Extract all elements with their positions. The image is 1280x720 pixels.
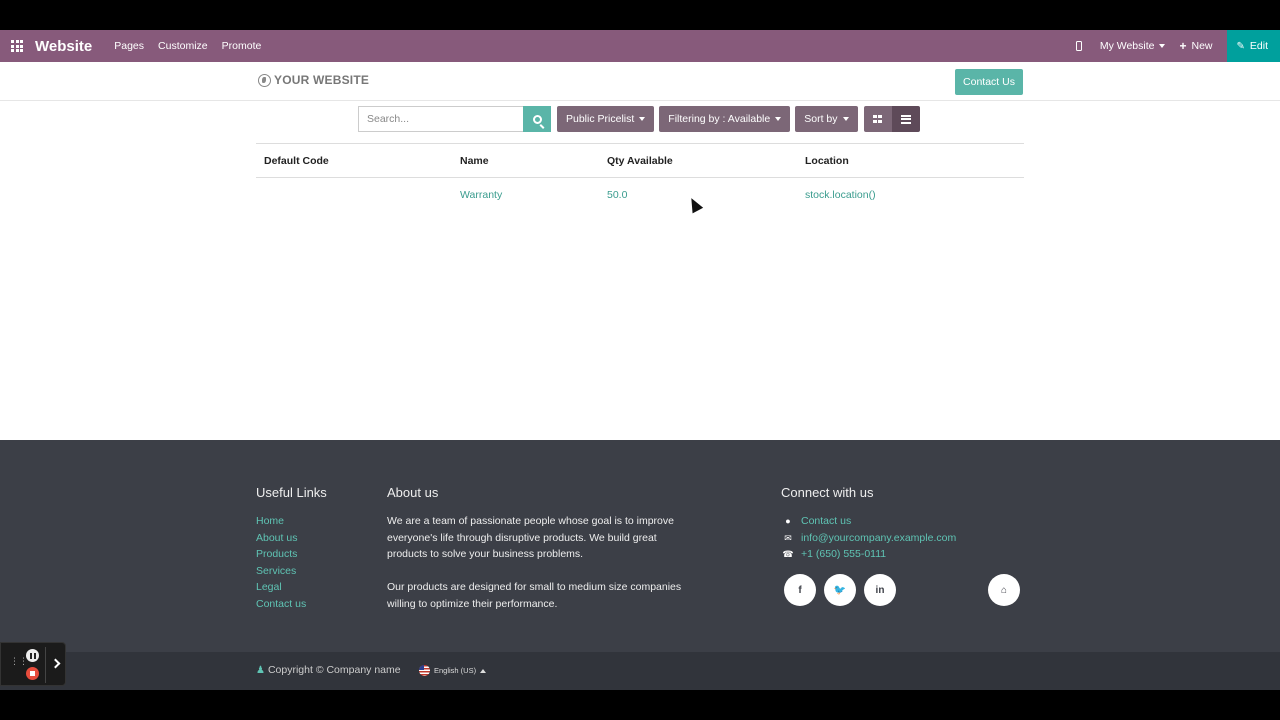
pencil-icon: ✎ xyxy=(1236,40,1245,52)
connect-phone-label: +1 (650) 555-0111 xyxy=(801,548,887,560)
sort-dropdown[interactable]: Sort by xyxy=(795,106,858,132)
filter-label: Filtering by : Available xyxy=(668,113,771,125)
menu-customize[interactable]: Customize xyxy=(158,40,208,52)
connect-contact-label: Contact us xyxy=(801,515,852,527)
about-paragraph-1: We are a team of passionate people whose… xyxy=(387,515,674,560)
globe-icon xyxy=(258,73,271,87)
sort-label: Sort by xyxy=(804,113,838,125)
new-button-label: New xyxy=(1191,40,1213,52)
search-icon xyxy=(532,114,542,124)
copyright-label: Copyright © Company name xyxy=(267,664,401,676)
column-header-name: Name xyxy=(460,155,489,167)
column-header-default-code: Default Code xyxy=(264,155,329,167)
language-label: English (US) xyxy=(434,666,477,675)
search-input[interactable] xyxy=(358,106,523,132)
browser-viewport: Website Pages Customize Promote My Websi… xyxy=(0,30,1280,690)
menu-pages[interactable]: Pages xyxy=(114,40,144,52)
edit-button-label: Edit xyxy=(1249,40,1268,52)
view-toggle xyxy=(863,106,920,132)
footer-link-about[interactable]: About us xyxy=(256,530,306,547)
connect-email-label: info@yourcompany.example.com xyxy=(801,531,957,544)
new-button[interactable]: + New xyxy=(1179,39,1212,53)
stop-icon[interactable] xyxy=(26,667,39,680)
cell-location-link[interactable]: stock.location() xyxy=(805,178,876,212)
table-header: Default Code Name Qty Available Location xyxy=(256,143,1024,178)
site-logo[interactable]: YOUR WEBSITE xyxy=(258,73,369,87)
website-selector[interactable]: My Website xyxy=(1100,40,1166,52)
facebook-icon[interactable]: f xyxy=(784,574,816,606)
footer-link-home[interactable]: Home xyxy=(256,513,306,530)
pause-icon[interactable] xyxy=(26,649,39,662)
about-title: About us xyxy=(387,485,439,500)
caret-down-icon xyxy=(842,117,849,121)
cell-qty[interactable]: 50.0 xyxy=(607,178,627,212)
useful-links-list: Home About us Products Services Legal Co… xyxy=(256,513,306,612)
connect-list: ● Contact us ✉ info@yourcompany.example.… xyxy=(782,513,956,563)
menu-promote[interactable]: Promote xyxy=(222,40,262,52)
search-button[interactable] xyxy=(523,106,551,132)
admin-navbar-right: My Website + New ✎ Edit xyxy=(1075,30,1280,62)
site-header: YOUR WEBSITE Contact Us xyxy=(0,62,1280,101)
column-header-qty: Qty Available xyxy=(607,155,673,167)
language-selector[interactable]: English (US) xyxy=(419,665,487,676)
footer-link-legal[interactable]: Legal xyxy=(256,579,306,596)
pricelist-dropdown[interactable]: Public Pricelist xyxy=(557,106,655,132)
home-icon[interactable]: ⌂ xyxy=(988,574,1020,606)
footer-link-products[interactable]: Products xyxy=(256,546,306,563)
phone-icon: ☎ xyxy=(782,549,794,559)
column-header-location: Location xyxy=(805,155,849,167)
edit-button[interactable]: ✎ Edit xyxy=(1226,30,1280,62)
admin-navbar: Website Pages Customize Promote My Websi… xyxy=(0,30,1280,62)
person-icon: ♟ xyxy=(256,664,265,676)
filter-dropdown[interactable]: Filtering by : Available xyxy=(659,106,791,132)
list-view-button[interactable] xyxy=(891,106,920,132)
website-selector-label: My Website xyxy=(1099,40,1155,52)
products-table: Default Code Name Qty Available Location… xyxy=(256,143,1024,212)
apps-menu-icon[interactable] xyxy=(0,30,34,62)
connect-title: Connect with us xyxy=(781,485,874,500)
site-footer: Useful Links Home About us Products Serv… xyxy=(0,440,1280,652)
caret-up-icon xyxy=(480,668,487,673)
envelope-icon: ✉ xyxy=(784,532,792,543)
table-row: Warranty 50.0 stock.location() xyxy=(256,178,1024,212)
useful-links-title: Useful Links xyxy=(256,485,327,500)
footer-link-services[interactable]: Services xyxy=(256,563,306,580)
grid-view-button[interactable] xyxy=(863,106,892,132)
twitter-icon[interactable]: 🐦 xyxy=(824,574,856,606)
app-brand[interactable]: Website xyxy=(35,38,92,55)
caret-down-icon xyxy=(639,117,646,121)
mobile-preview-icon[interactable] xyxy=(1075,41,1082,51)
products-toolbar: Public Pricelist Filtering by : Availabl… xyxy=(358,106,920,132)
plus-icon: + xyxy=(1179,39,1187,53)
pricelist-label: Public Pricelist xyxy=(566,113,635,125)
caret-down-icon xyxy=(775,117,782,121)
connect-contact[interactable]: ● Contact us xyxy=(782,513,956,530)
copyright-text: ♟ Copyright © Company name xyxy=(256,664,401,676)
chevron-right-icon[interactable] xyxy=(50,658,61,669)
connect-email[interactable]: ✉ info@yourcompany.example.com xyxy=(782,530,956,547)
copyright-bar: ♟ Copyright © Company name English (US) xyxy=(0,652,1280,690)
connect-phone[interactable]: ☎ +1 (650) 555-0111 xyxy=(782,546,956,563)
list-icon xyxy=(900,114,911,124)
contact-us-button[interactable]: Contact Us xyxy=(955,69,1023,95)
linkedin-icon[interactable]: in xyxy=(864,574,896,606)
us-flag-icon xyxy=(419,665,430,676)
recorder-divider xyxy=(45,647,46,683)
cell-name-link[interactable]: Warranty xyxy=(460,178,502,212)
about-paragraph-2: Our products are designed for small to m… xyxy=(387,581,682,610)
site-logo-text: YOUR WEBSITE xyxy=(274,73,370,87)
drag-handle-icon[interactable]: ⋮⋮ xyxy=(10,657,28,666)
caret-down-icon xyxy=(1159,44,1166,48)
comment-icon: ● xyxy=(785,516,791,526)
footer-link-contact[interactable]: Contact us xyxy=(256,596,306,613)
screen-recorder-widget: ⋮⋮ xyxy=(0,642,66,686)
grid-icon xyxy=(872,114,883,124)
